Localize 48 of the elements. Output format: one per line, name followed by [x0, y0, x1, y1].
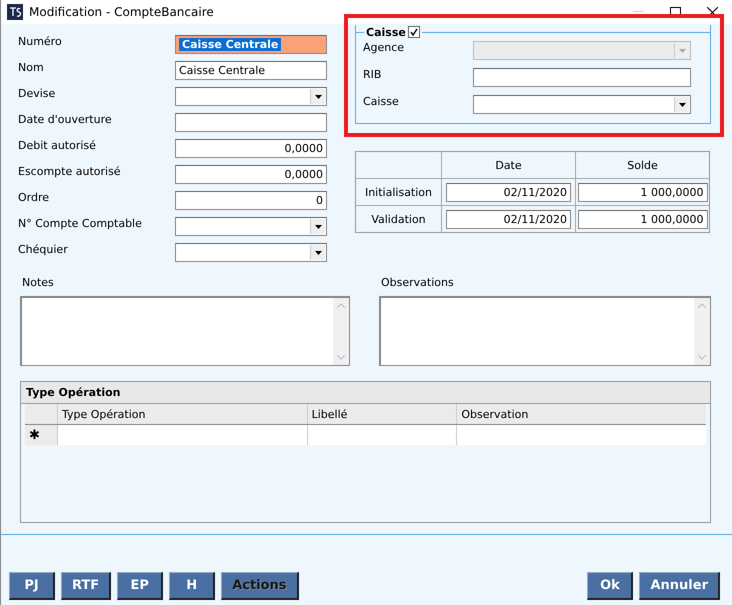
field-label: Ordre: [17, 191, 50, 205]
field-label: Date d'ouverture: [17, 113, 113, 127]
group-title: Caisse: [366, 26, 406, 38]
action-button[interactable]: RTF: [61, 572, 112, 600]
dropdown[interactable]: [473, 95, 691, 114]
row-label: Initialisation: [364, 184, 434, 200]
dropdown[interactable]: [175, 243, 327, 262]
action-button[interactable]: H: [169, 572, 216, 600]
new-row-marker: ✱: [25, 425, 57, 445]
field-label: Debit autorisé: [17, 139, 97, 153]
field-label: Devise: [17, 87, 56, 101]
field-label: Notes: [21, 276, 55, 289]
field-label: N° Compte Comptable: [17, 217, 143, 231]
grid-title: Type Opération: [21, 382, 710, 404]
action-button[interactable]: EP: [117, 572, 164, 600]
input-field[interactable]: [175, 113, 327, 132]
row-label: Validation: [370, 212, 427, 228]
field-label: Caisse: [362, 95, 400, 108]
input-field[interactable]: 02/11/2020: [446, 210, 571, 228]
field-label: Chéquier: [17, 243, 69, 257]
column-header[interactable]: Observation: [456, 404, 706, 424]
input-field[interactable]: Caisse Centrale: [175, 35, 327, 54]
input-field[interactable]: 0,0000: [175, 165, 327, 184]
column-header: Date: [441, 152, 575, 178]
column-header: Solde: [575, 152, 709, 178]
input-field[interactable]: [473, 68, 691, 87]
input-field[interactable]: 0,0000: [175, 139, 327, 158]
window-title: Modification - CompteBancaire: [29, 5, 215, 19]
field-label: RIB: [362, 68, 382, 81]
column-header[interactable]: Type Opération: [56, 404, 307, 424]
input-field[interactable]: 1 000,0000: [578, 210, 708, 228]
input-field[interactable]: 0: [175, 191, 327, 210]
input-field[interactable]: Caisse Centrale: [175, 61, 327, 80]
dialog-button[interactable]: Ok: [587, 572, 634, 600]
dropdown[interactable]: [175, 87, 327, 106]
field-label: Observations: [380, 276, 455, 289]
column-header[interactable]: Libellé: [306, 404, 456, 424]
dialog-button[interactable]: Annuler: [639, 572, 720, 600]
action-button[interactable]: PJ: [9, 572, 55, 600]
field-label: Numéro: [17, 35, 63, 49]
app-logo-icon: [7, 4, 23, 20]
field-label: Nom: [17, 61, 45, 75]
input-field[interactable]: 02/11/2020: [446, 182, 571, 202]
input-field[interactable]: 1 000,0000: [578, 182, 708, 202]
field-label: Agence: [362, 41, 406, 54]
dropdown[interactable]: [175, 217, 327, 236]
checkbox[interactable]: [408, 26, 420, 38]
field-label: Escompte autorisé: [17, 165, 122, 179]
